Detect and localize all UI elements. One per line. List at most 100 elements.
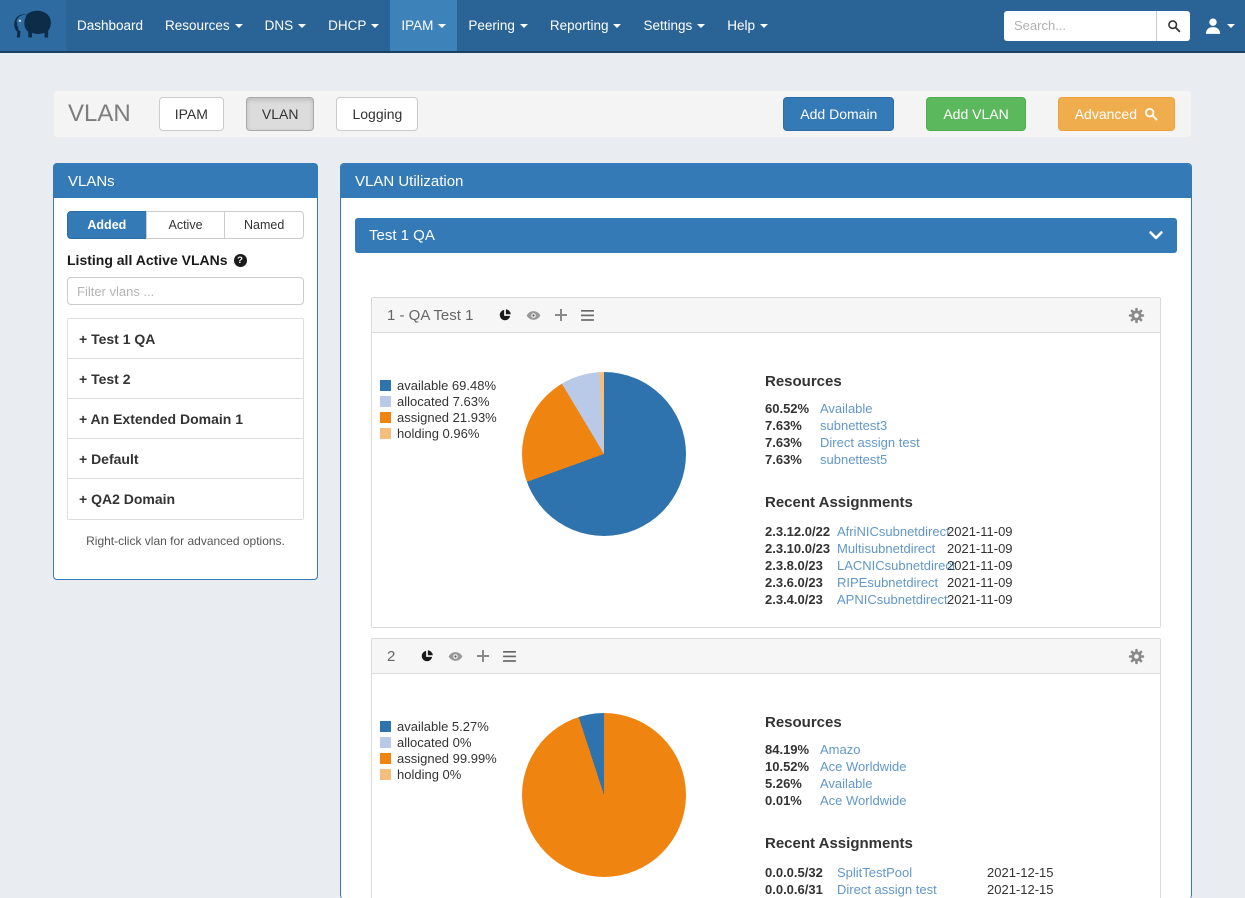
add-vlan-button[interactable]: Add VLAN: [926, 97, 1025, 131]
legend-item: assigned 21.93%: [380, 409, 497, 425]
nav-label: Dashboard: [77, 18, 143, 33]
nav-label: IPAM: [401, 18, 433, 33]
tab-added[interactable]: Added: [67, 211, 147, 239]
pie-chart-icon[interactable]: [420, 649, 434, 663]
resource-link[interactable]: Available: [820, 400, 1150, 417]
question-help-icon[interactable]: ?: [234, 254, 247, 267]
legend-swatch: [380, 769, 391, 780]
eye-icon[interactable]: [526, 310, 541, 321]
assignment-link[interactable]: APNICsubnetdirect: [837, 591, 947, 608]
search-button[interactable]: [1156, 11, 1190, 41]
assignment-row: 2.3.6.0/23RIPEsubnetdirect2021-11-09: [765, 574, 1150, 591]
vlan-utilization-panel: VLAN Utilization Test 1 QA 1 - QA Test 1: [340, 163, 1192, 898]
resource-row: 10.52%Ace Worldwide: [765, 758, 1150, 775]
nav-item-settings[interactable]: Settings: [632, 0, 716, 51]
assignment-link[interactable]: SplitTestPool: [837, 864, 987, 881]
assignment-link[interactable]: Multisubnetdirect: [837, 540, 947, 557]
assignment-date: 2021-11-09: [947, 557, 1150, 574]
resource-row: 5.26%Available: [765, 775, 1150, 792]
pie-legend: available 69.48% allocated 7.63% assigne…: [380, 377, 497, 441]
resource-percent: 60.52%: [765, 400, 820, 417]
vlan-section-title: 1 - QA Test 1: [387, 307, 473, 324]
assignment-date: 2021-11-09: [947, 540, 1150, 557]
resource-percent: 7.63%: [765, 434, 820, 451]
app-logo[interactable]: [0, 0, 66, 51]
assignment-cidr: 0.0.0.5/32: [765, 864, 837, 881]
tab-vlan[interactable]: VLAN: [246, 97, 315, 131]
nav-item-resources[interactable]: Resources: [154, 0, 254, 51]
plus-icon[interactable]: [477, 650, 489, 662]
nav-item-ipam[interactable]: IPAM: [390, 0, 457, 51]
resource-link[interactable]: Amazo: [820, 741, 1150, 758]
nav-item-reporting[interactable]: Reporting: [539, 0, 633, 51]
assignment-date: 2021-11-09: [947, 591, 1150, 608]
eye-icon[interactable]: [448, 651, 463, 662]
legend-swatch: [380, 428, 391, 439]
resource-row: 7.63%Direct assign test: [765, 434, 1150, 451]
nav-label: DHCP: [328, 18, 366, 33]
resource-percent: 7.63%: [765, 451, 820, 468]
gear-icon[interactable]: [1128, 307, 1145, 324]
nav-item-dns[interactable]: DNS: [254, 0, 318, 51]
tab-logging[interactable]: Logging: [336, 97, 418, 131]
vlan-section-1: 1 - QA Test 1: [371, 297, 1161, 628]
resource-row: 60.52%Available: [765, 400, 1150, 417]
legend-label: available 69.48%: [397, 378, 496, 393]
vlan-filter-input[interactable]: [67, 277, 304, 305]
pie-chart-icon[interactable]: [498, 308, 512, 322]
add-domain-button[interactable]: Add Domain: [783, 97, 894, 131]
vlan-section-2-header: 2: [372, 639, 1160, 674]
caret-down-icon: [520, 24, 528, 28]
tab-named[interactable]: Named: [224, 211, 304, 239]
vlan-list-item[interactable]: + Test 2: [68, 359, 303, 399]
nav-item-dashboard[interactable]: Dashboard: [66, 0, 154, 51]
nav-label: Reporting: [550, 18, 609, 33]
assignment-link[interactable]: Direct assign test: [837, 881, 987, 898]
vlan-list-item[interactable]: + Default: [68, 439, 303, 479]
vlan-section-title: 2: [387, 648, 395, 665]
nav-item-help[interactable]: Help: [716, 0, 779, 51]
recent-assignments-heading: Recent Assignments: [765, 494, 1150, 511]
tab-active[interactable]: Active: [146, 211, 226, 239]
legend-swatch: [380, 380, 391, 391]
resource-link[interactable]: Available: [820, 775, 1150, 792]
legend-label: allocated 0%: [397, 735, 471, 750]
resource-link[interactable]: Ace Worldwide: [820, 792, 1150, 809]
gear-icon[interactable]: [1128, 648, 1145, 665]
user-menu[interactable]: [1204, 17, 1235, 35]
menu-icon[interactable]: [503, 651, 516, 662]
utilization-pie-chart: [522, 713, 686, 877]
legend-label: assigned 99.99%: [397, 751, 497, 766]
resource-link[interactable]: subnettest3: [820, 417, 1150, 434]
resource-link[interactable]: subnettest5: [820, 451, 1150, 468]
assignment-link[interactable]: LACNICsubnetdirect: [837, 557, 947, 574]
assignment-row: 0.0.0.6/31Direct assign test2021-12-15: [765, 881, 1150, 898]
tab-ipam[interactable]: IPAM: [159, 97, 224, 131]
search-input[interactable]: [1004, 11, 1156, 41]
resource-link[interactable]: Ace Worldwide: [820, 758, 1150, 775]
assignment-date: 2021-11-09: [947, 523, 1150, 540]
assignment-link[interactable]: RIPEsubnetdirect: [837, 574, 947, 591]
nav-item-peering[interactable]: Peering: [457, 0, 539, 51]
assignment-cidr: 2.3.10.0/23: [765, 540, 837, 557]
vlan-list-item[interactable]: + Test 1 QA: [68, 319, 303, 359]
vlan-list-item[interactable]: + QA2 Domain: [68, 479, 303, 519]
plus-icon[interactable]: [555, 309, 567, 321]
legend-swatch: [380, 412, 391, 423]
resource-percent: 0.01%: [765, 792, 820, 809]
assignment-link[interactable]: AfriNICsubnetdirect: [837, 523, 947, 540]
vlan-list-item[interactable]: + An Extended Domain 1: [68, 399, 303, 439]
vlan-group-header[interactable]: Test 1 QA: [355, 218, 1177, 253]
advanced-button[interactable]: Advanced: [1058, 97, 1175, 131]
vlans-footnote: Right-click vlan for advanced options.: [67, 534, 304, 548]
resource-link[interactable]: Direct assign test: [820, 434, 1150, 451]
menu-icon[interactable]: [581, 310, 594, 321]
resource-row: 0.01%Ace Worldwide: [765, 792, 1150, 809]
nav-label: Resources: [165, 18, 230, 33]
resource-percent: 5.26%: [765, 775, 820, 792]
legend-item: allocated 0%: [380, 734, 497, 750]
assignment-cidr: 2.3.6.0/23: [765, 574, 837, 591]
nav-item-dhcp[interactable]: DHCP: [317, 0, 390, 51]
global-search: [1004, 11, 1190, 41]
main-menu: Dashboard Resources DNS DHCP IPAM Peerin…: [66, 0, 779, 51]
